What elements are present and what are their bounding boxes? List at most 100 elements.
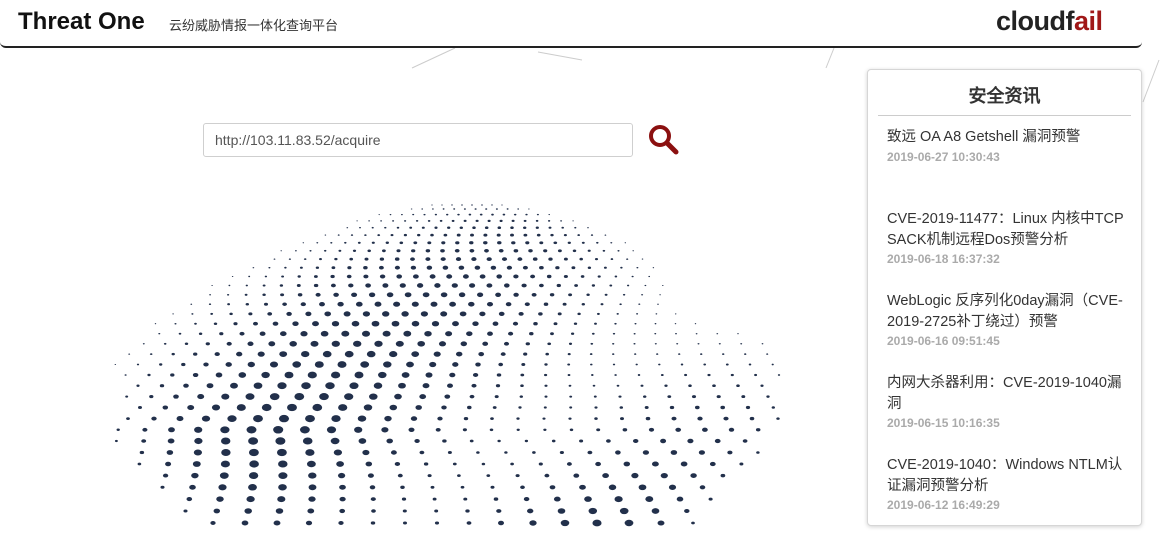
wave-dot [219, 472, 229, 479]
wave-dot [662, 284, 664, 287]
wave-dot [536, 213, 539, 216]
wave-dot [333, 449, 343, 456]
wave-dot [602, 249, 606, 252]
wave-dot [252, 267, 255, 269]
wave-dot [589, 353, 593, 356]
wave-dot [644, 284, 647, 287]
wave-dot [492, 406, 497, 409]
wave-dot [579, 484, 586, 490]
wave-dot [386, 292, 394, 298]
wave-dot [349, 382, 359, 390]
wave-dot [230, 382, 238, 389]
wave-dot [273, 520, 281, 526]
wave-dot [515, 474, 520, 478]
wave-dot [399, 241, 404, 245]
wave-dot [563, 233, 567, 237]
wave-dot [425, 257, 431, 261]
news-item[interactable]: 内网大杀器利用：CVE-2019-1040漏洞 2019-06-15 10:16… [887, 373, 1132, 455]
wave-dot [213, 508, 221, 514]
wave-dot [362, 311, 371, 317]
wave-dot [149, 395, 154, 399]
wave-dot [396, 249, 401, 253]
wave-dot [353, 340, 362, 347]
news-item[interactable]: CVE-2019-11477：Linux 内核中TCP SACK机制远程Dos预… [887, 209, 1132, 291]
news-headline[interactable]: 致远 OA A8 Getshell 漏洞预警 [887, 127, 1132, 148]
wave-dot [544, 395, 548, 398]
wave-dot [324, 234, 327, 236]
wave-dot [739, 462, 744, 466]
news-headline[interactable]: CVE-2019-11477：Linux 内核中TCP SACK机制远程Dos预… [887, 209, 1132, 250]
wave-dot [151, 416, 157, 421]
wave-dot [485, 208, 488, 210]
wave-dot [703, 363, 707, 366]
wave-dot [602, 473, 609, 479]
news-headline[interactable]: 内网大杀器利用：CVE-2019-1040漏洞 [887, 373, 1132, 414]
wave-dot [699, 485, 706, 490]
wave-dot [417, 233, 421, 237]
wave-dot [530, 274, 536, 279]
wave-dot [170, 373, 175, 377]
wave-dot [299, 266, 303, 269]
wave-dot [319, 302, 325, 307]
wave-dot [294, 393, 305, 401]
news-item[interactable]: WebLogic 反序列化0day漏洞（CVE-2019-2725补丁绕过）预警… [887, 291, 1132, 373]
wave-dot [273, 426, 284, 434]
wave-dot [524, 302, 530, 307]
wave-dot [632, 438, 639, 444]
wave-dot [423, 213, 426, 216]
news-headline[interactable]: WebLogic 反序列化0day漏洞（CVE-2019-2725补丁绕过）预警 [887, 291, 1132, 332]
wave-dot [314, 361, 324, 368]
wave-dot [495, 292, 502, 297]
wave-dot [364, 234, 367, 236]
wave-dot [378, 265, 384, 270]
wave-dot [226, 293, 230, 296]
wave-dot [505, 302, 512, 307]
wave-dot [381, 427, 389, 433]
wave-dot [640, 384, 644, 387]
wave-dot [536, 233, 541, 237]
wave-dot [320, 330, 329, 337]
wave-dot [581, 241, 585, 244]
wave-dot [457, 474, 461, 477]
wave-dot [572, 220, 574, 222]
wave-dot [330, 283, 336, 288]
wave-dot [641, 258, 644, 260]
wave-dot [614, 322, 617, 325]
wave-dot [136, 363, 140, 366]
wave-dot [551, 439, 556, 443]
wave-dot [344, 350, 354, 358]
wave-dot [422, 292, 430, 298]
wave-dot [776, 417, 780, 420]
wave-dot [368, 220, 370, 222]
wave-dot [267, 312, 273, 316]
wave-dot [411, 301, 419, 307]
wave-dot [192, 372, 199, 378]
wave-dot [626, 284, 630, 287]
wave-dot [437, 416, 443, 421]
wave-dot [208, 303, 212, 306]
wave-dot [557, 312, 562, 316]
news-date: 2019-06-18 16:37:32 [887, 252, 1000, 266]
wave-dot [698, 450, 706, 455]
wave-dot [382, 330, 391, 337]
wave-dot [570, 332, 575, 335]
wave-dot [382, 311, 390, 317]
wave-dot [477, 292, 484, 298]
wave-dot [694, 323, 697, 325]
wave-dot [472, 373, 479, 377]
wave-dot [125, 395, 129, 398]
wave-dot [590, 234, 594, 236]
wave-dot [330, 274, 335, 279]
wave-dot [641, 294, 644, 296]
wave-dot [357, 241, 361, 244]
news-item[interactable]: CVE-2019-1040：Windows NTLM认证漏洞预警分析 2019-… [887, 455, 1132, 536]
wave-dot [633, 332, 636, 335]
wave-dot [441, 204, 443, 206]
wave-dot [483, 241, 488, 245]
news-item[interactable]: 致远 OA A8 Getshell 漏洞预警 2019-06-27 10:30:… [887, 127, 1132, 209]
wave-dot [610, 258, 614, 261]
wave-dot [307, 508, 315, 514]
wave-dot [635, 363, 638, 366]
news-headline[interactable]: CVE-2019-1040：Windows NTLM认证漏洞预警分析 [887, 455, 1132, 496]
wave-dot [432, 208, 434, 210]
